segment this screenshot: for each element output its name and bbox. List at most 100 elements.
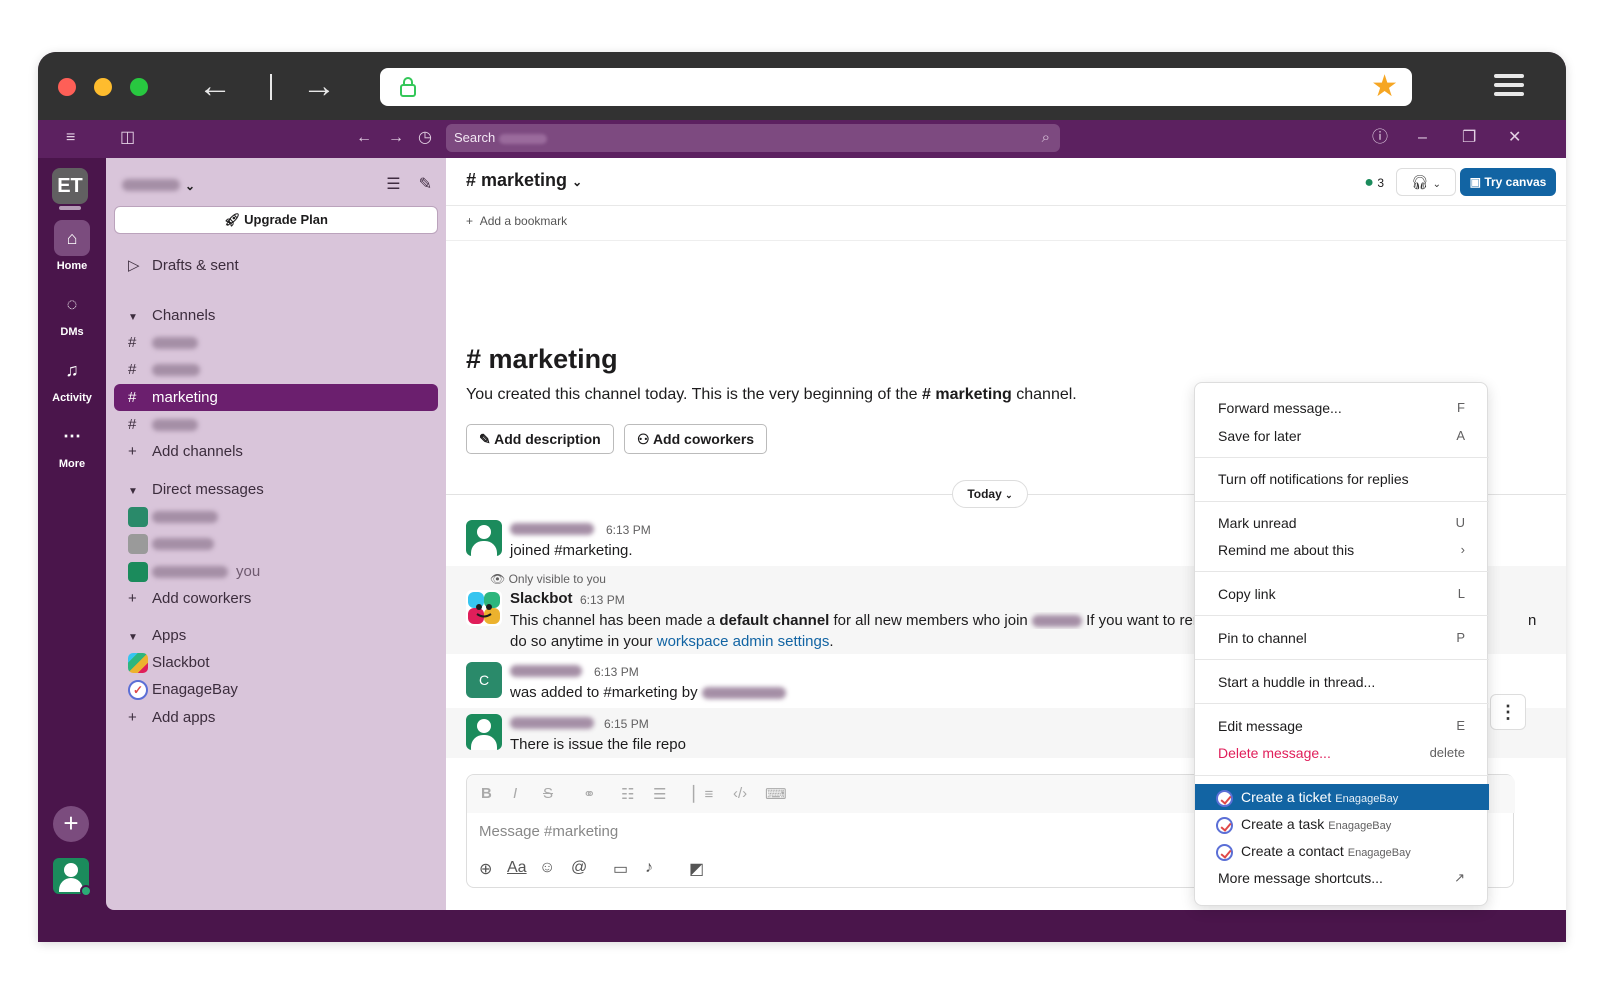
menu-item-mark-unread[interactable]: Mark unread U <box>1195 510 1489 536</box>
link-icon[interactable]: ⚭ <box>583 785 596 803</box>
menu-item-turn-off-notifications[interactable]: Turn off notifications for replies <box>1195 466 1489 492</box>
sidebar-channel[interactable]: # <box>114 356 438 383</box>
slash-command-icon[interactable]: ◩ <box>689 859 704 879</box>
search-input[interactable]: Search ⌕ <box>446 124 1060 152</box>
mention-icon[interactable]: @ <box>571 859 587 877</box>
history-forward-icon[interactable]: → <box>388 128 404 148</box>
minimize-app-icon[interactable]: – <box>1418 128 1427 148</box>
dm-section-header[interactable]: ▼ Direct messages <box>114 476 438 503</box>
button-label: Add coworkers <box>652 431 755 447</box>
user-avatar[interactable] <box>53 858 92 897</box>
upgrade-plan-button[interactable]: 🚀︎ Upgrade Plan <box>114 206 438 234</box>
history-clock-icon[interactable]: ◷ <box>418 128 432 148</box>
menu-item-start-huddle[interactable]: Start a huddle in thread... <box>1195 669 1489 695</box>
plus-icon[interactable]: ⊕ <box>479 859 492 879</box>
workspace-name-menu[interactable]: ⌄ <box>122 174 195 195</box>
message-input[interactable] <box>479 823 1079 840</box>
sender-name[interactable] <box>510 714 594 731</box>
apps-section-header[interactable]: ▼ Apps <box>114 622 438 649</box>
help-icon[interactable]: ⓘ <box>1372 128 1388 148</box>
message-time[interactable]: 6:13 PM <box>606 523 651 537</box>
sidebar-channel[interactable]: # <box>114 329 438 356</box>
zoom-window-button[interactable] <box>130 78 148 96</box>
blockquote-icon[interactable]: ▏≡ <box>693 785 713 803</box>
bookmark-star-icon[interactable]: ★ <box>1371 70 1398 104</box>
sidebar-item-drafts[interactable]: ▷ Drafts & sent <box>114 252 438 279</box>
add-channels-button[interactable]: + Add channels <box>114 438 438 465</box>
chevron-down-icon: ⌄ <box>1005 490 1013 500</box>
code-block-icon[interactable]: ⌨ <box>765 785 787 803</box>
add-coworkers-button[interactable]: ⚇ Add coworkers <box>624 424 768 454</box>
italic-icon[interactable]: I <box>513 785 517 802</box>
message-time[interactable]: 6:13 PM <box>594 665 639 679</box>
workspace-admin-settings-link[interactable]: workspace admin settings <box>657 633 830 650</box>
add-workspace-button[interactable]: + <box>53 806 89 842</box>
microphone-icon[interactable]: ♪ <box>645 859 653 877</box>
workspace-avatar[interactable]: ET <box>52 168 88 204</box>
channel-title-menu[interactable]: # marketing ⌄ <box>466 170 582 191</box>
sidebar-channel[interactable]: # <box>114 411 438 438</box>
history-back-icon[interactable]: ← <box>356 128 372 148</box>
app-item-engagebay[interactable]: ✓ EnagageBay <box>114 676 438 703</box>
rail-item-dms[interactable]: ◌ DMs <box>38 286 106 338</box>
filter-icon[interactable]: ☰ <box>386 176 400 193</box>
minimize-window-button[interactable] <box>94 78 112 96</box>
menu-item-delete-message[interactable]: Delete message... delete <box>1195 740 1489 766</box>
add-coworkers-button[interactable]: + Add coworkers <box>114 585 438 612</box>
sidebar-toggle-icon[interactable]: ◫ <box>120 128 135 148</box>
rail-item-more[interactable]: ⋯ More <box>38 418 106 470</box>
add-apps-button[interactable]: + Add apps <box>114 704 438 731</box>
menu-item-create-ticket[interactable]: Create a ticket EnagageBay <box>1195 784 1489 810</box>
close-app-icon[interactable]: ✕ <box>1508 128 1521 148</box>
menu-item-create-task[interactable]: Create a task EnagageBay <box>1195 811 1489 837</box>
menu-item-more-shortcuts[interactable]: More message shortcuts... ↗ <box>1195 865 1489 891</box>
slackbot-avatar[interactable] <box>466 590 502 626</box>
menu-item-edit-message[interactable]: Edit message E <box>1195 713 1489 739</box>
back-arrow-icon[interactable]: ← <box>198 68 232 104</box>
add-bookmark-button[interactable]: + Add a bookmark <box>466 214 567 228</box>
menu-item-forward[interactable]: Forward message... F <box>1195 395 1489 421</box>
channels-section-header[interactable]: ▼ Channels <box>114 302 438 329</box>
dm-item-self[interactable]: you <box>114 558 438 585</box>
dm-item[interactable] <box>114 530 438 557</box>
close-window-button[interactable] <box>58 78 76 96</box>
forward-arrow-icon[interactable]: → <box>302 68 336 104</box>
restore-app-icon[interactable]: ❐ <box>1462 128 1476 148</box>
add-description-button[interactable]: ✎ Add description <box>466 424 614 454</box>
rail-item-home[interactable]: ⌂ Home <box>38 220 106 272</box>
message-time[interactable]: 6:15 PM <box>604 717 649 731</box>
bold-icon[interactable]: B <box>481 785 492 802</box>
code-icon[interactable]: ‹/› <box>733 785 747 802</box>
avatar[interactable] <box>466 520 502 556</box>
menu-item-save-for-later[interactable]: Save for later A <box>1195 423 1489 449</box>
browser-menu-icon[interactable] <box>1494 74 1524 98</box>
menu-icon[interactable]: ≡ <box>66 128 75 148</box>
menu-item-remind-me[interactable]: Remind me about this › <box>1195 537 1489 563</box>
menu-item-pin-to-channel[interactable]: Pin to channel P <box>1195 625 1489 651</box>
menu-item-create-contact[interactable]: Create a contact EnagageBay <box>1195 838 1489 864</box>
sender-name[interactable] <box>510 662 582 679</box>
try-canvas-button[interactable]: ▣ Try canvas <box>1460 168 1556 196</box>
video-icon[interactable]: ▭ <box>613 859 628 879</box>
address-bar[interactable]: ★ <box>380 68 1412 106</box>
emoji-icon[interactable]: ☺ <box>539 859 555 877</box>
rail-item-activity[interactable]: ♫ Activity <box>38 352 106 404</box>
compose-icon[interactable]: ✎ <box>419 176 432 193</box>
members-button[interactable]: ● 3 <box>1364 170 1384 196</box>
sender-name[interactable]: Slackbot <box>510 590 573 607</box>
text-style-button[interactable]: Aa <box>507 859 527 877</box>
dm-item[interactable] <box>114 503 438 530</box>
strikethrough-icon[interactable]: S <box>543 785 553 802</box>
date-jump-button[interactable]: Today ⌄ <box>952 480 1028 508</box>
avatar[interactable] <box>466 714 502 750</box>
ordered-list-icon[interactable]: ☷ <box>621 785 634 803</box>
bulleted-list-icon[interactable]: ☰ <box>653 785 666 803</box>
huddle-button[interactable]: 🎧︎ ⌄ <box>1396 168 1456 196</box>
sidebar-channel-marketing[interactable]: # marketing <box>114 384 438 411</box>
message-time[interactable]: 6:13 PM <box>580 593 625 607</box>
menu-item-copy-link[interactable]: Copy link L <box>1195 581 1489 607</box>
sender-name[interactable] <box>510 520 594 537</box>
avatar[interactable]: C <box>466 662 502 698</box>
more-actions-icon[interactable]: ⋮ <box>1490 694 1526 730</box>
app-item-slackbot[interactable]: Slackbot <box>114 649 438 676</box>
